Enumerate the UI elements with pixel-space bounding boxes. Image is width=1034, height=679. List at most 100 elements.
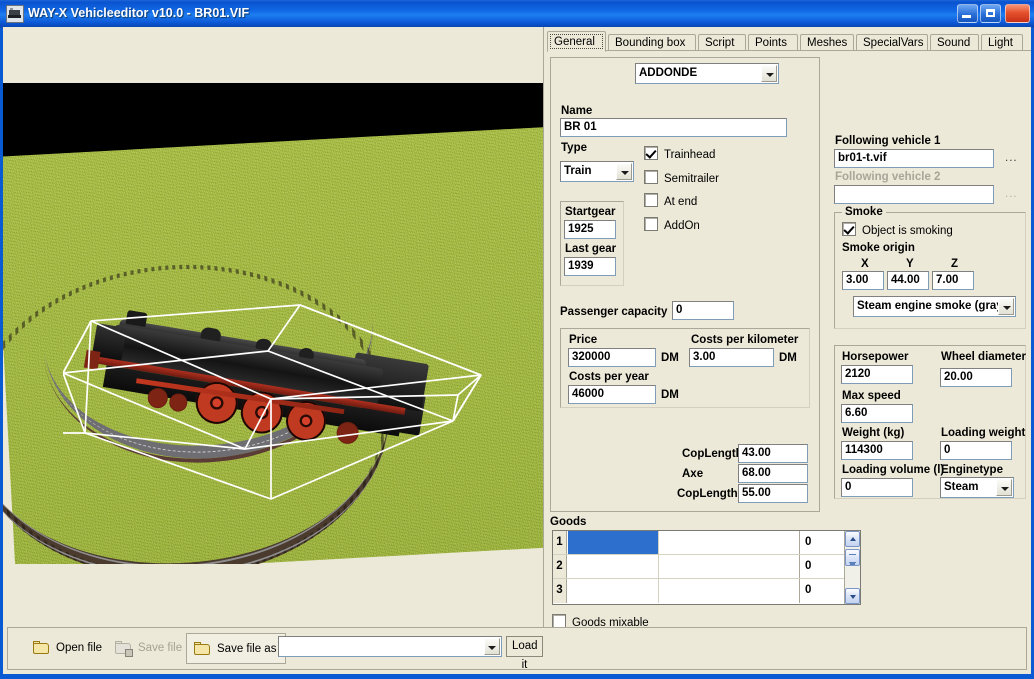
open-file-label: Open file [56,642,103,654]
max-speed-input[interactable]: 6.60 [841,404,913,423]
axis-y-label: Y [906,258,914,270]
following-vehicle-1-input[interactable]: br01-t.vif [834,149,994,168]
object-is-smoking-checkbox[interactable]: Object is smoking [842,222,953,237]
passenger-capacity-input[interactable]: 0 [672,301,734,320]
scroll-up-icon[interactable] [845,531,860,547]
tab-specialvars[interactable]: SpecialVars [856,34,928,51]
load-it-button[interactable]: Load it [506,636,543,671]
tab-points[interactable]: Points [748,34,798,51]
goods-desc-cell[interactable] [660,531,800,554]
scrollbar-thumb[interactable] [845,549,860,566]
save-file-as-label: Save file as [217,643,277,655]
vertical-divider [543,27,544,627]
goods-grid[interactable]: 1 0 2 0 3 0 [552,530,861,605]
wheel-diameter-input[interactable]: 20.00 [940,368,1012,387]
chevron-down-icon[interactable] [761,65,777,82]
following-vehicle-1-label: Following vehicle 1 [835,135,941,147]
following-vehicle-2-input[interactable] [834,185,994,204]
goods-desc-cell[interactable] [660,579,800,603]
tab-general[interactable]: General [547,31,606,52]
goods-scrollbar[interactable] [844,531,860,604]
coplength2-input[interactable]: 55.00 [738,484,808,503]
checkbox-box [644,170,658,184]
open-file-button[interactable]: Open file [26,633,111,664]
tab-label: Bounding box [615,37,686,49]
file-select-combo[interactable] [278,636,502,657]
browse-following-2-button[interactable]: ... [1005,188,1018,200]
chevron-down-icon[interactable] [616,163,632,180]
scroll-down-icon[interactable] [845,588,860,604]
table-row[interactable]: 3 0 [553,579,860,603]
lastgear-label: Last gear [565,243,617,255]
tab-strip: General Bounding box Script Points Meshe… [547,31,1031,52]
application-window: WAY-X Vehicleeditor v10.0 - BR01.VIF Gen… [0,0,1034,679]
goods-desc-cell[interactable] [660,555,800,578]
goods-name-cell[interactable] [568,555,659,578]
maximize-button[interactable] [980,4,1001,23]
save-file-as-button[interactable]: Save file as [186,633,287,664]
loading-weight-label: Loading weight [941,427,1026,439]
tab-label: Points [755,37,787,49]
price-input[interactable]: 320000 [568,348,656,367]
name-input[interactable]: BR 01 [560,118,787,137]
axis-z-label: Z [951,258,959,270]
chevron-down-icon[interactable] [998,298,1014,315]
table-row[interactable]: 1 0 [553,531,860,555]
smoke-type-combo[interactable]: Steam engine smoke (gray) [853,296,1016,317]
startgear-input[interactable]: 1925 [564,220,616,239]
save-file-label: Save file [138,642,183,654]
coplength2-label: CopLength2 [677,488,745,500]
title-bar: WAY-X Vehicleeditor v10.0 - BR01.VIF [0,0,1034,28]
general-left-panel: ADDONDE Name BR 01 Type Train Trainhead … [550,57,820,512]
tab-label: Light [988,37,1013,49]
addon-checkbox[interactable]: AddOn [644,217,700,232]
smoke-origin-y-input[interactable]: 44.00 [887,271,929,290]
coplength-input[interactable]: 43.00 [738,444,808,463]
save-disk-icon [115,641,133,657]
table-row[interactable]: 2 0 [553,555,860,579]
smoke-origin-z-input[interactable]: 7.00 [932,271,974,290]
smoke-origin-x-input[interactable]: 3.00 [842,271,884,290]
loading-volume-input[interactable]: 0 [841,478,913,497]
goods-name-cell[interactable] [568,579,659,603]
checkbox-box [552,614,566,628]
checkbox-box [644,146,658,160]
specs-group: Horsepower 2120 Wheel diameter 20.00 Max… [834,345,1026,499]
close-button[interactable] [1005,4,1030,23]
save-file-button[interactable]: Save file [108,633,191,664]
name-label: Name [561,105,593,117]
chevron-down-icon[interactable] [484,638,500,655]
max-speed-label: Max speed [842,390,901,402]
type-combo[interactable]: Train [560,161,634,182]
chevron-down-icon[interactable] [996,479,1012,496]
semitrailer-checkbox[interactable]: Semitrailer [644,170,719,185]
passenger-capacity-label: Passenger capacity [560,306,668,318]
addon-combo-value: ADDONDE [639,67,698,79]
browse-following-1-button[interactable]: ... [1005,152,1018,164]
horsepower-input[interactable]: 2120 [841,365,913,384]
weight-input[interactable]: 114300 [841,441,913,460]
tab-script[interactable]: Script [698,34,746,51]
addon-combo[interactable]: ADDONDE [635,63,779,84]
minimize-button[interactable] [957,4,978,23]
checkbox-box [644,193,658,207]
price-unit: DM [661,352,679,364]
at-end-checkbox[interactable]: At end [644,193,697,208]
client-area: X:154.6 Y:112.0 Z:583.1 NICK:-29.8 GIER:… [3,27,1031,674]
enginetype-combo[interactable]: Steam [940,477,1014,498]
smoke-group: Smoke Object is smoking Smoke origin X Y… [834,206,1026,329]
tab-light[interactable]: Light [981,34,1023,51]
loading-weight-input[interactable]: 0 [940,441,1012,460]
tab-bounding-box[interactable]: Bounding box [608,34,696,51]
trainhead-checkbox[interactable]: Trainhead [644,146,715,161]
goods-name-cell[interactable] [568,531,659,554]
loading-volume-label: Loading volume (l) [842,464,945,476]
lastgear-input[interactable]: 1939 [564,257,616,276]
tab-meshes[interactable]: Meshes [800,34,854,51]
costs-per-km-input[interactable]: 3.00 [689,348,774,367]
axe-input[interactable]: 68.00 [738,464,808,483]
tab-sound[interactable]: Sound [930,34,979,51]
costs-per-year-input[interactable]: 46000 [568,385,656,404]
enginetype-label: Enginetype [941,464,1003,476]
3d-viewport[interactable]: X:154.6 Y:112.0 Z:583.1 NICK:-29.8 GIER:… [3,27,543,564]
